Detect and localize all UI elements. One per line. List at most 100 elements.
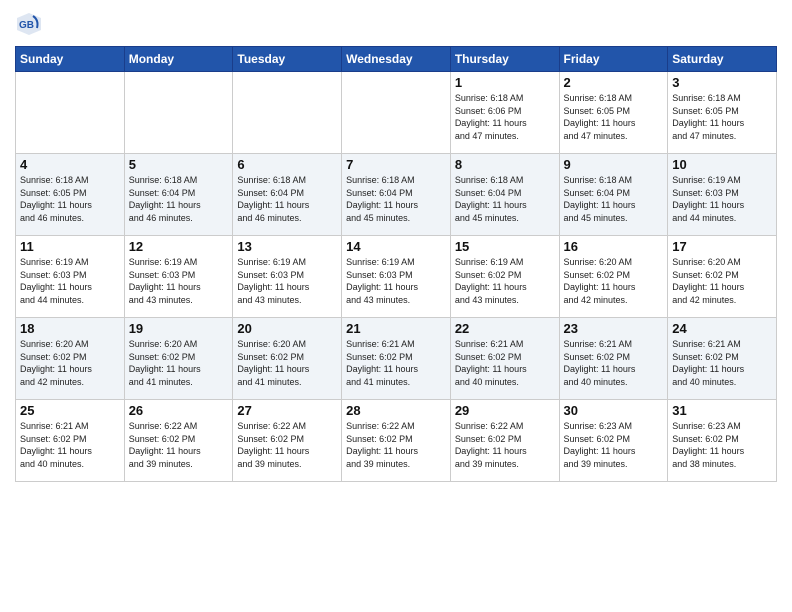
calendar-cell: 14 Sunrise: 6:19 AM Sunset: 6:03 PM Dayli… bbox=[342, 236, 451, 318]
day-number: 23 bbox=[564, 321, 664, 336]
day-number: 10 bbox=[672, 157, 772, 172]
day-number: 30 bbox=[564, 403, 664, 418]
day-content: Sunrise: 6:18 AM Sunset: 6:04 PM Dayligh… bbox=[129, 174, 229, 224]
day-content: Sunrise: 6:21 AM Sunset: 6:02 PM Dayligh… bbox=[20, 420, 120, 470]
calendar-cell: 13 Sunrise: 6:19 AM Sunset: 6:03 PM Dayli… bbox=[233, 236, 342, 318]
day-content: Sunrise: 6:23 AM Sunset: 6:02 PM Dayligh… bbox=[564, 420, 664, 470]
day-number: 4 bbox=[20, 157, 120, 172]
day-content: Sunrise: 6:19 AM Sunset: 6:02 PM Dayligh… bbox=[455, 256, 555, 306]
day-content: Sunrise: 6:18 AM Sunset: 6:05 PM Dayligh… bbox=[672, 92, 772, 142]
day-header-friday: Friday bbox=[559, 47, 668, 72]
day-number: 17 bbox=[672, 239, 772, 254]
day-content: Sunrise: 6:19 AM Sunset: 6:03 PM Dayligh… bbox=[20, 256, 120, 306]
day-content: Sunrise: 6:21 AM Sunset: 6:02 PM Dayligh… bbox=[455, 338, 555, 388]
day-header-wednesday: Wednesday bbox=[342, 47, 451, 72]
day-number: 11 bbox=[20, 239, 120, 254]
day-number: 27 bbox=[237, 403, 337, 418]
day-header-thursday: Thursday bbox=[450, 47, 559, 72]
calendar-cell bbox=[233, 72, 342, 154]
calendar-cell: 2 Sunrise: 6:18 AM Sunset: 6:05 PM Daylig… bbox=[559, 72, 668, 154]
day-content: Sunrise: 6:21 AM Sunset: 6:02 PM Dayligh… bbox=[564, 338, 664, 388]
day-number: 13 bbox=[237, 239, 337, 254]
calendar-cell: 11 Sunrise: 6:19 AM Sunset: 6:03 PM Dayli… bbox=[16, 236, 125, 318]
day-content: Sunrise: 6:19 AM Sunset: 6:03 PM Dayligh… bbox=[129, 256, 229, 306]
calendar-cell: 31Sunrise: 6:23 AM Sunset: 6:02 PM Dayli… bbox=[668, 400, 777, 482]
day-number: 14 bbox=[346, 239, 446, 254]
calendar-cell: 6 Sunrise: 6:18 AM Sunset: 6:04 PM Daylig… bbox=[233, 154, 342, 236]
day-number: 21 bbox=[346, 321, 446, 336]
day-number: 22 bbox=[455, 321, 555, 336]
day-number: 16 bbox=[564, 239, 664, 254]
day-content: Sunrise: 6:18 AM Sunset: 6:04 PM Dayligh… bbox=[346, 174, 446, 224]
calendar-cell: 10 Sunrise: 6:19 AM Sunset: 6:03 PM Dayli… bbox=[668, 154, 777, 236]
page: GB SundayMondayTuesdayWednesdayThursdayF… bbox=[0, 0, 792, 612]
calendar-cell: 29Sunrise: 6:22 AM Sunset: 6:02 PM Dayli… bbox=[450, 400, 559, 482]
day-content: Sunrise: 6:20 AM Sunset: 6:02 PM Dayligh… bbox=[20, 338, 120, 388]
day-content: Sunrise: 6:18 AM Sunset: 6:05 PM Dayligh… bbox=[20, 174, 120, 224]
calendar-cell: 3 Sunrise: 6:18 AM Sunset: 6:05 PM Daylig… bbox=[668, 72, 777, 154]
calendar-week-4: 18 Sunrise: 6:20 AM Sunset: 6:02 PM Dayli… bbox=[16, 318, 777, 400]
day-header-monday: Monday bbox=[124, 47, 233, 72]
calendar-cell: 1Sunrise: 6:18 AM Sunset: 6:06 PM Daylig… bbox=[450, 72, 559, 154]
calendar-cell: 23 Sunrise: 6:21 AM Sunset: 6:02 PM Dayli… bbox=[559, 318, 668, 400]
logo-icon: GB bbox=[15, 10, 43, 38]
calendar-cell: 25 Sunrise: 6:21 AM Sunset: 6:02 PM Dayli… bbox=[16, 400, 125, 482]
day-number: 7 bbox=[346, 157, 446, 172]
day-number: 26 bbox=[129, 403, 229, 418]
day-content: Sunrise: 6:18 AM Sunset: 6:05 PM Dayligh… bbox=[564, 92, 664, 142]
day-content: Sunrise: 6:20 AM Sunset: 6:02 PM Dayligh… bbox=[129, 338, 229, 388]
day-number: 18 bbox=[20, 321, 120, 336]
day-content: Sunrise: 6:18 AM Sunset: 6:04 PM Dayligh… bbox=[455, 174, 555, 224]
calendar-cell: 24 Sunrise: 6:21 AM Sunset: 6:02 PM Dayli… bbox=[668, 318, 777, 400]
calendar-cell: 27Sunrise: 6:22 AM Sunset: 6:02 PM Dayli… bbox=[233, 400, 342, 482]
day-content: Sunrise: 6:20 AM Sunset: 6:02 PM Dayligh… bbox=[237, 338, 337, 388]
day-number: 28 bbox=[346, 403, 446, 418]
calendar-cell: 20Sunrise: 6:20 AM Sunset: 6:02 PM Dayli… bbox=[233, 318, 342, 400]
day-content: Sunrise: 6:21 AM Sunset: 6:02 PM Dayligh… bbox=[346, 338, 446, 388]
day-number: 29 bbox=[455, 403, 555, 418]
day-content: Sunrise: 6:19 AM Sunset: 6:03 PM Dayligh… bbox=[237, 256, 337, 306]
day-header-sunday: Sunday bbox=[16, 47, 125, 72]
calendar-week-3: 11 Sunrise: 6:19 AM Sunset: 6:03 PM Dayli… bbox=[16, 236, 777, 318]
day-content: Sunrise: 6:18 AM Sunset: 6:06 PM Dayligh… bbox=[455, 92, 555, 142]
day-content: Sunrise: 6:19 AM Sunset: 6:03 PM Dayligh… bbox=[346, 256, 446, 306]
day-number: 19 bbox=[129, 321, 229, 336]
day-content: Sunrise: 6:18 AM Sunset: 6:04 PM Dayligh… bbox=[237, 174, 337, 224]
calendar-cell: 18 Sunrise: 6:20 AM Sunset: 6:02 PM Dayli… bbox=[16, 318, 125, 400]
calendar-cell: 7 Sunrise: 6:18 AM Sunset: 6:04 PM Daylig… bbox=[342, 154, 451, 236]
day-content: Sunrise: 6:22 AM Sunset: 6:02 PM Dayligh… bbox=[129, 420, 229, 470]
calendar-week-5: 25 Sunrise: 6:21 AM Sunset: 6:02 PM Dayli… bbox=[16, 400, 777, 482]
day-number: 12 bbox=[129, 239, 229, 254]
day-header-saturday: Saturday bbox=[668, 47, 777, 72]
calendar-cell: 5Sunrise: 6:18 AM Sunset: 6:04 PM Daylig… bbox=[124, 154, 233, 236]
header: GB bbox=[15, 10, 777, 38]
day-header-tuesday: Tuesday bbox=[233, 47, 342, 72]
calendar-week-2: 4 Sunrise: 6:18 AM Sunset: 6:05 PM Daylig… bbox=[16, 154, 777, 236]
day-number: 24 bbox=[672, 321, 772, 336]
day-number: 3 bbox=[672, 75, 772, 90]
calendar-cell: 28Sunrise: 6:22 AM Sunset: 6:02 PM Dayli… bbox=[342, 400, 451, 482]
logo: GB bbox=[15, 10, 47, 38]
day-content: Sunrise: 6:21 AM Sunset: 6:02 PM Dayligh… bbox=[672, 338, 772, 388]
calendar-cell: 4 Sunrise: 6:18 AM Sunset: 6:05 PM Daylig… bbox=[16, 154, 125, 236]
calendar-cell: 8 Sunrise: 6:18 AM Sunset: 6:04 PM Daylig… bbox=[450, 154, 559, 236]
calendar-cell: 19 Sunrise: 6:20 AM Sunset: 6:02 PM Dayli… bbox=[124, 318, 233, 400]
calendar-cell: 12 Sunrise: 6:19 AM Sunset: 6:03 PM Dayli… bbox=[124, 236, 233, 318]
day-content: Sunrise: 6:19 AM Sunset: 6:03 PM Dayligh… bbox=[672, 174, 772, 224]
day-number: 8 bbox=[455, 157, 555, 172]
day-content: Sunrise: 6:18 AM Sunset: 6:04 PM Dayligh… bbox=[564, 174, 664, 224]
day-number: 2 bbox=[564, 75, 664, 90]
calendar-cell bbox=[16, 72, 125, 154]
calendar-cell: 16 Sunrise: 6:20 AM Sunset: 6:02 PM Dayli… bbox=[559, 236, 668, 318]
calendar-header-row: SundayMondayTuesdayWednesdayThursdayFrid… bbox=[16, 47, 777, 72]
day-content: Sunrise: 6:23 AM Sunset: 6:02 PM Dayligh… bbox=[672, 420, 772, 470]
day-content: Sunrise: 6:20 AM Sunset: 6:02 PM Dayligh… bbox=[564, 256, 664, 306]
calendar-cell: 21 Sunrise: 6:21 AM Sunset: 6:02 PM Dayli… bbox=[342, 318, 451, 400]
calendar-cell: 9Sunrise: 6:18 AM Sunset: 6:04 PM Daylig… bbox=[559, 154, 668, 236]
calendar-cell: 17Sunrise: 6:20 AM Sunset: 6:02 PM Dayli… bbox=[668, 236, 777, 318]
day-number: 6 bbox=[237, 157, 337, 172]
calendar-week-1: 1Sunrise: 6:18 AM Sunset: 6:06 PM Daylig… bbox=[16, 72, 777, 154]
calendar-cell: 22 Sunrise: 6:21 AM Sunset: 6:02 PM Dayli… bbox=[450, 318, 559, 400]
calendar-cell bbox=[124, 72, 233, 154]
day-number: 25 bbox=[20, 403, 120, 418]
